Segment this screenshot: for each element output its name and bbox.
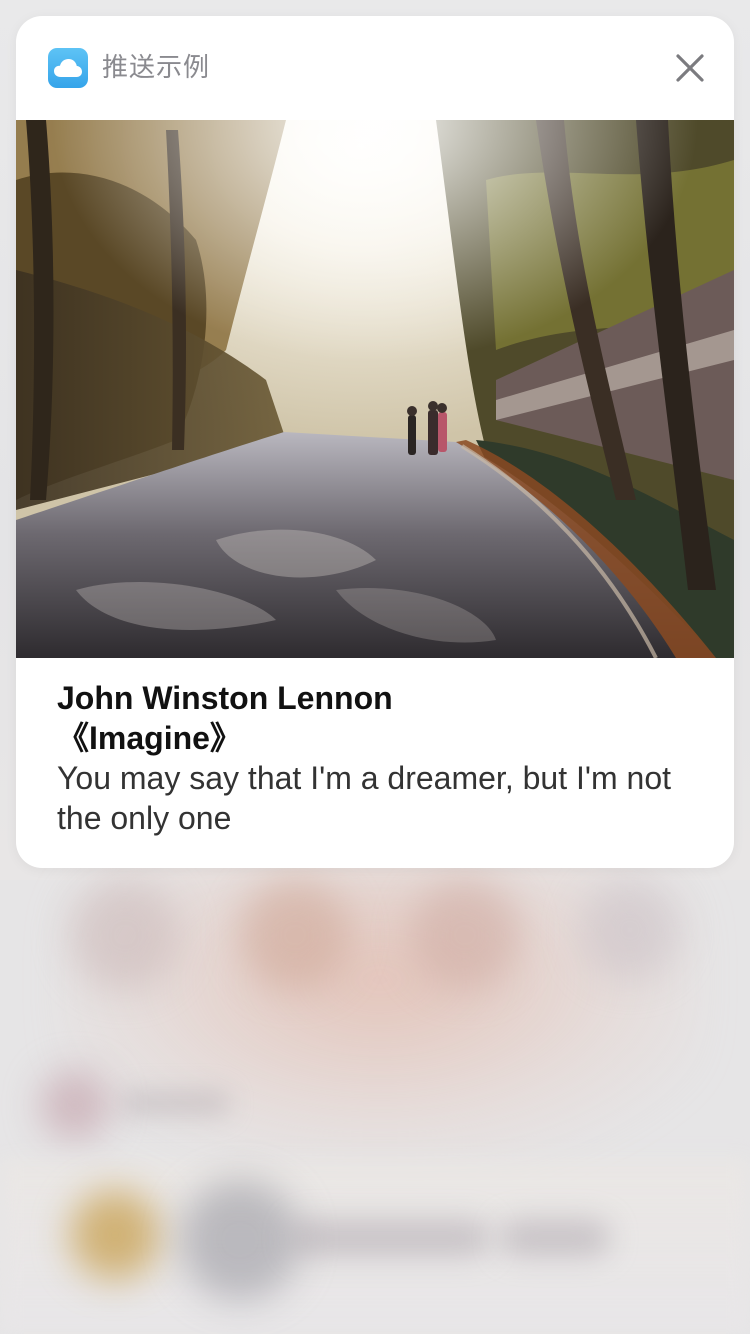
notification-message: You may say that I'm a dreamer, but I'm …: [57, 760, 671, 836]
notification-title: John Winston Lennon: [57, 680, 393, 716]
attachment-image: [16, 120, 734, 658]
close-icon: [676, 54, 704, 82]
notification-header: 推送示例: [16, 16, 734, 120]
app-name: 推送示例: [102, 53, 211, 83]
close-button[interactable]: [672, 50, 708, 86]
notification-card[interactable]: 推送示例 John Winston Lennon 《Imagine》 You m…: [16, 16, 734, 868]
notification-body: John Winston Lennon 《Imagine》 You may sa…: [57, 678, 697, 838]
notification-subtitle: 《Imagine》: [57, 720, 242, 756]
cloud-icon: [48, 48, 88, 88]
